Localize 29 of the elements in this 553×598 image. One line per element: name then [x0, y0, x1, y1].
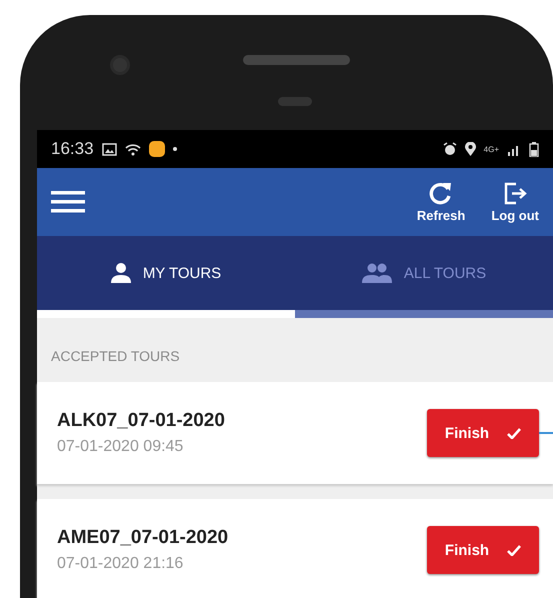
section-header: ACCEPTED TOURS	[50, 347, 181, 366]
location-pin-icon	[464, 142, 476, 156]
clock-time: 16:33	[51, 139, 94, 159]
finish-button[interactable]: Finish	[427, 409, 539, 457]
refresh-icon	[429, 181, 454, 205]
menu-icon[interactable]	[51, 190, 85, 214]
refresh-button[interactable]: Refresh	[412, 177, 470, 227]
tour-name: AME07_07-01-2020	[57, 527, 230, 549]
tour-datetime: 07-01-2020 21:16	[57, 555, 184, 573]
logout-button[interactable]: Log out	[487, 177, 543, 227]
checkmark-icon	[507, 544, 522, 556]
tour-card[interactable]: AME07_07-01-2020 07-01-2020 21:16 Finish	[37, 499, 553, 598]
tour-card[interactable]: ALK07_07-01-2020 07-01-2020 09:45 Finish	[37, 382, 553, 484]
logout-icon	[503, 181, 528, 205]
image-icon	[102, 142, 117, 156]
wifi-icon	[124, 142, 141, 156]
dot-icon	[172, 147, 177, 151]
checkmark-icon	[507, 428, 522, 438]
battery-icon	[529, 142, 539, 156]
app-icon	[148, 141, 165, 157]
connector-line	[539, 432, 553, 434]
finish-button[interactable]: Finish	[427, 526, 539, 574]
alarm-icon	[442, 142, 457, 156]
camera-icon	[110, 55, 130, 75]
network-type: 4G+	[484, 144, 499, 154]
people-icon	[362, 263, 392, 283]
tour-datetime: 07-01-2020 09:45	[57, 438, 184, 456]
tour-name: ALK07_07-01-2020	[57, 410, 226, 432]
person-icon	[110, 263, 131, 283]
